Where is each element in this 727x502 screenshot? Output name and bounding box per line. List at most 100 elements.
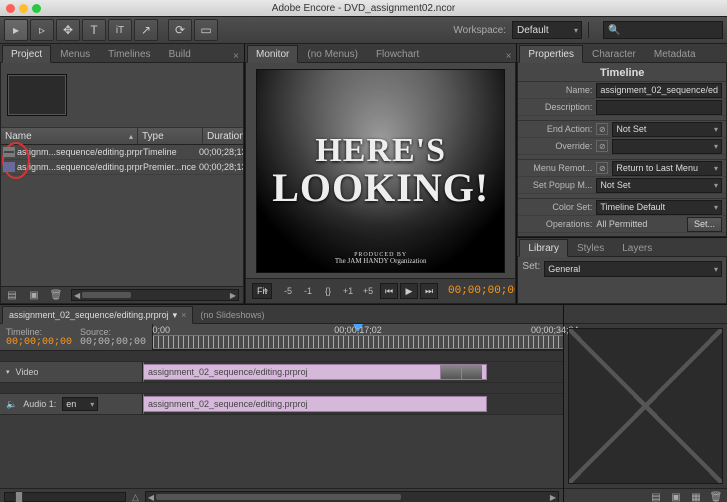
- frame-text-line2: LOOKING!: [272, 164, 489, 211]
- tab-build[interactable]: Build: [160, 45, 200, 62]
- new-item-icon[interactable]: ▤: [5, 289, 19, 301]
- zoom-slider[interactable]: [4, 492, 126, 502]
- monitor-controls: Fit -5 -1 {} +1 +5 ⏮ ▶ ⏭ 00;00;00;00: [246, 278, 515, 303]
- video-track-body[interactable]: assignment_02_sequence/editing.prproj: [143, 362, 563, 382]
- tab-character[interactable]: Character: [583, 45, 645, 62]
- tool-text[interactable]: T: [82, 19, 106, 41]
- override-select[interactable]: [612, 139, 722, 154]
- mute-icon[interactable]: 🔈: [6, 399, 17, 410]
- timeline-tracks: ▾ Video assignment_02_sequence/editing.p…: [0, 351, 563, 488]
- description-field[interactable]: [596, 100, 722, 115]
- minimize-icon[interactable]: [19, 4, 28, 13]
- project-column-headers: Name▴ Type Duration: [1, 128, 243, 145]
- ruler-mark: 00;00;17;02: [334, 325, 382, 335]
- prev-button[interactable]: ⏮: [380, 283, 398, 299]
- library-set-select[interactable]: General: [544, 261, 722, 277]
- tab-timelines[interactable]: Timelines: [99, 45, 159, 62]
- audio-track-body[interactable]: assignment_02_sequence/editing.prproj: [143, 394, 563, 414]
- operations-set-button[interactable]: Set...: [687, 217, 722, 232]
- monitor-viewport: HERE'S LOOKING! PRODUCED BY The JAM HAND…: [256, 69, 505, 273]
- timeline-asset-icon: [3, 147, 15, 157]
- lib-delete-icon[interactable]: 🗑: [709, 491, 723, 502]
- tab-flowchart[interactable]: Flowchart: [367, 45, 428, 62]
- tab-timeline-seq[interactable]: assignment_02_sequence/editing.prproj ▾ …: [2, 306, 193, 324]
- horizontal-scrollbar[interactable]: ◀ ▶: [71, 289, 239, 301]
- transport-controls: ⏮ ▶ ⏭: [380, 283, 438, 299]
- search-icon: 🔍: [608, 25, 620, 36]
- project-row[interactable]: as:ignm...sequence/editing.prproj Premie…: [1, 160, 243, 175]
- window-title: Adobe Encore - DVD_assignment02.ncor: [0, 3, 727, 14]
- timeline-panel: assignment_02_sequence/editing.prproj ▾ …: [0, 305, 564, 502]
- tab-layers[interactable]: Layers: [613, 239, 661, 256]
- link-icon[interactable]: ⊘: [596, 123, 608, 135]
- fit-select[interactable]: Fit: [252, 283, 272, 299]
- monitor-panel-tabs: Monitor (no Menus) Flowchart ×: [245, 44, 516, 63]
- close-icon[interactable]: [6, 4, 15, 13]
- tool-zoom-fit[interactable]: ▭: [194, 19, 218, 41]
- timeline-ruler[interactable]: 0;0000;00;17;0200;00;34;04: [153, 324, 563, 350]
- tab-styles[interactable]: Styles: [568, 239, 613, 256]
- color-set-select[interactable]: Timeline Default: [596, 200, 722, 215]
- tab-properties[interactable]: Properties: [519, 45, 583, 63]
- video-track-header[interactable]: ▾ Video: [0, 362, 143, 382]
- timeline-scrollbar[interactable]: ◀ ▶: [145, 491, 559, 502]
- tab-no-slideshows[interactable]: (no Slideshows): [193, 306, 271, 323]
- col-name[interactable]: Name▴: [1, 128, 138, 144]
- loop-icon[interactable]: {}: [320, 284, 336, 298]
- library-panel: Library Styles Layers Set: General: [517, 237, 727, 304]
- video-clip[interactable]: assignment_02_sequence/editing.prproj: [143, 364, 487, 380]
- workspace-select[interactable]: Default: [512, 21, 582, 39]
- audio-clip[interactable]: assignment_02_sequence/editing.prproj: [143, 396, 487, 412]
- end-action-select[interactable]: Not Set: [612, 122, 722, 137]
- prop-menu-remote: Menu Remot... ⊘ Return to Last Menu: [518, 160, 726, 177]
- col-duration[interactable]: Duration: [203, 128, 244, 144]
- menu-remote-select[interactable]: Return to Last Menu: [612, 161, 722, 176]
- step-fwd-1[interactable]: +1: [340, 284, 356, 298]
- tool-nav[interactable]: ↗: [134, 19, 158, 41]
- operations-value: All Permitted: [596, 219, 683, 229]
- tool-buttons: ▸ ▹ ✥ T iT ↗ ⟳ ▭: [4, 19, 218, 41]
- lib-new-icon[interactable]: ▦: [689, 491, 703, 502]
- name-field[interactable]: assignment_02_sequence/ed: [596, 83, 722, 98]
- monitor-timecode[interactable]: 00;00;00;00: [448, 285, 516, 297]
- project-footer: ▤ ▣ 🗑 ◀ ▶: [1, 286, 243, 303]
- zoom-icon[interactable]: [32, 4, 41, 13]
- tab-menus[interactable]: Menus: [51, 45, 99, 62]
- link-icon[interactable]: ⊘: [596, 162, 608, 174]
- step-back-5[interactable]: -5: [280, 284, 296, 298]
- tab-project[interactable]: Project: [2, 45, 51, 63]
- tool-rotate[interactable]: ⟳: [168, 19, 192, 41]
- tool-selection[interactable]: ▸: [4, 19, 28, 41]
- tab-monitor[interactable]: Monitor: [247, 45, 298, 63]
- tab-no-menus[interactable]: (no Menus): [298, 45, 367, 62]
- audio-lang-select[interactable]: en: [62, 397, 98, 411]
- link-icon[interactable]: ⊘: [596, 140, 608, 152]
- col-type[interactable]: Type: [138, 128, 203, 144]
- step-back-1[interactable]: -1: [300, 284, 316, 298]
- timeline-tc[interactable]: 00;00;00;00: [6, 337, 72, 348]
- tool-move[interactable]: ✥: [56, 19, 80, 41]
- monitor-panel: Monitor (no Menus) Flowchart × HERE'S LO…: [245, 44, 517, 304]
- play-button[interactable]: ▶: [400, 283, 418, 299]
- search-input[interactable]: 🔍: [603, 21, 723, 39]
- library-panel-tabs: Library Styles Layers: [517, 238, 727, 257]
- panel-menu-icon[interactable]: ×: [501, 51, 517, 62]
- sort-asc-icon: ▴: [129, 132, 133, 141]
- panel-menu-icon[interactable]: ×: [228, 51, 244, 62]
- tab-library[interactable]: Library: [519, 239, 568, 257]
- new-folder-icon[interactable]: ▣: [27, 289, 41, 301]
- audio-track-header[interactable]: 🔈 Audio 1: en: [0, 394, 143, 414]
- lib-icon-1[interactable]: ▤: [649, 491, 663, 502]
- lib-icon-2[interactable]: ▣: [669, 491, 683, 502]
- prop-set-popup: Set Popup M... Not Set: [518, 177, 726, 194]
- delete-icon[interactable]: 🗑: [49, 289, 63, 301]
- project-rows: as:ignm...sequence/editing.prproj Timeli…: [1, 145, 243, 175]
- step-fwd-5[interactable]: +5: [360, 284, 376, 298]
- next-button[interactable]: ⏭: [420, 283, 438, 299]
- tab-metadata[interactable]: Metadata: [645, 45, 705, 62]
- tool-vertical-text[interactable]: iT: [108, 19, 132, 41]
- popup-menu-select[interactable]: Not Set: [596, 178, 722, 193]
- tool-direct-select[interactable]: ▹: [30, 19, 54, 41]
- project-row[interactable]: as:ignm...sequence/editing.prproj Timeli…: [1, 145, 243, 160]
- source-tc[interactable]: 00;00;00;00: [80, 337, 146, 348]
